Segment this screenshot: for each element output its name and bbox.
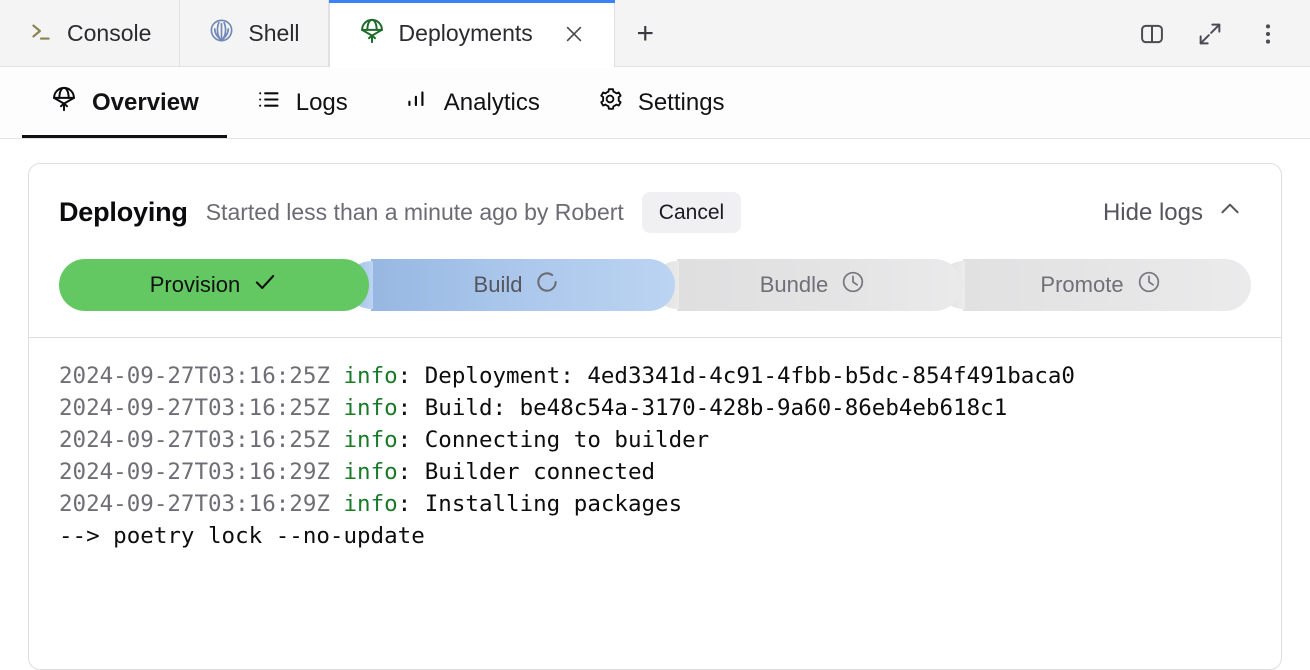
log-line: 2024-09-27T03:16:25Z info: Build: be48c5… (59, 392, 1281, 424)
deployment-subnav: Overview Logs (0, 67, 1310, 139)
deployment-card-header: Deploying Started less than a minute ago… (29, 164, 1281, 337)
subnav-item-settings[interactable]: Settings (568, 67, 753, 138)
stage-promote-label: Promote (1040, 274, 1123, 296)
stage-build-label: Build (474, 274, 523, 296)
log-timestamp: 2024-09-27T03:16:29Z (59, 459, 343, 485)
deployment-card: Deploying Started less than a minute ago… (28, 163, 1282, 670)
stage-bundle[interactable]: Bundle (651, 259, 961, 311)
log-message: : Installing packages (398, 491, 682, 517)
main-content: Deploying Started less than a minute ago… (0, 139, 1310, 670)
log-message: : Connecting to builder (398, 427, 710, 453)
log-line: --> poetry lock --no-update (59, 520, 1281, 552)
new-tab-button[interactable]: + (615, 0, 677, 67)
log-timestamp: 2024-09-27T03:16:29Z (59, 491, 343, 517)
tab-deployments[interactable]: Deployments (329, 0, 615, 67)
stage-build[interactable]: Build (345, 259, 675, 311)
subnav-item-logs-label: Logs (296, 89, 348, 117)
spinner-icon (534, 269, 560, 301)
seashell-icon (208, 17, 235, 50)
cancel-button[interactable]: Cancel (642, 192, 741, 233)
deployment-log-output[interactable]: 2024-09-27T03:16:25Z info: Deployment: 4… (29, 337, 1281, 642)
log-level: info (343, 459, 397, 485)
expand-icon[interactable] (1194, 18, 1226, 50)
hide-logs-button[interactable]: Hide logs (1103, 196, 1251, 229)
subnav-item-analytics-label: Analytics (444, 89, 540, 117)
stage-bundle-inner: Bundle (760, 269, 867, 301)
log-timestamp: 2024-09-27T03:16:25Z (59, 395, 343, 421)
tab-bar-spacer (677, 0, 1126, 67)
stage-provision-label: Provision (150, 274, 240, 296)
log-line: 2024-09-27T03:16:29Z info: Builder conne… (59, 456, 1281, 488)
chevron-up-icon (1217, 196, 1243, 229)
deployment-stage-pipeline: Provision Build (59, 259, 1251, 311)
close-icon[interactable] (562, 22, 586, 46)
split-pane-icon[interactable] (1136, 18, 1168, 50)
window-tab-bar: Console Shell (0, 0, 1310, 67)
subnav-item-settings-label: Settings (638, 89, 725, 117)
log-message: : Builder connected (398, 459, 655, 485)
tab-shell-label: Shell (248, 22, 299, 45)
clock-icon (1136, 269, 1162, 301)
deployment-headline: Deploying Started less than a minute ago… (59, 192, 1251, 233)
log-level: info (343, 427, 397, 453)
stage-build-inner: Build (474, 269, 561, 301)
log-line: 2024-09-27T03:16:25Z info: Deployment: 4… (59, 360, 1281, 392)
parachute-icon (50, 85, 78, 120)
log-message: : Deployment: 4ed3341d-4c91-4fbb-b5dc-85… (398, 363, 1075, 389)
subnav-item-overview[interactable]: Overview (22, 67, 227, 138)
log-level: info (343, 491, 397, 517)
more-options-icon[interactable] (1252, 18, 1284, 50)
tab-console-label: Console (67, 22, 151, 45)
window-actions (1126, 0, 1310, 67)
log-line: 2024-09-27T03:16:29Z info: Installing pa… (59, 488, 1281, 520)
check-icon (252, 269, 278, 301)
stage-provision[interactable]: Provision (59, 259, 369, 311)
stage-provision-inner: Provision (150, 269, 278, 301)
log-timestamp: 2024-09-27T03:16:25Z (59, 427, 343, 453)
log-timestamp: 2024-09-27T03:16:25Z (59, 363, 343, 389)
subnav-item-overview-label: Overview (92, 89, 199, 117)
stage-promote-inner: Promote (1040, 269, 1161, 301)
terminal-prompt-icon (28, 18, 54, 50)
log-message: : Build: be48c54a-3170-428b-9a60-86eb4eb… (398, 395, 1008, 421)
log-level: info (343, 363, 397, 389)
clock-icon (840, 269, 866, 301)
deployment-subtitle: Started less than a minute ago by Robert (206, 199, 624, 226)
parachute-icon (358, 17, 386, 51)
tab-console[interactable]: Console (0, 0, 180, 67)
bar-chart-icon (404, 86, 430, 119)
log-level: info (343, 395, 397, 421)
hide-logs-label: Hide logs (1103, 199, 1203, 227)
deployments-app: Console Shell (0, 0, 1310, 670)
stage-promote[interactable]: Promote (937, 259, 1251, 311)
gear-icon (596, 85, 624, 120)
log-line: 2024-09-27T03:16:25Z info: Connecting to… (59, 424, 1281, 456)
tab-shell[interactable]: Shell (180, 0, 328, 67)
subnav-item-analytics[interactable]: Analytics (376, 67, 568, 138)
list-icon (255, 86, 282, 120)
tab-deployments-label: Deployments (399, 22, 533, 45)
deployment-status-title: Deploying (59, 197, 188, 228)
stage-bundle-label: Bundle (760, 274, 829, 296)
log-raw: --> poetry lock --no-update (59, 523, 425, 549)
subnav-item-logs[interactable]: Logs (227, 67, 376, 138)
